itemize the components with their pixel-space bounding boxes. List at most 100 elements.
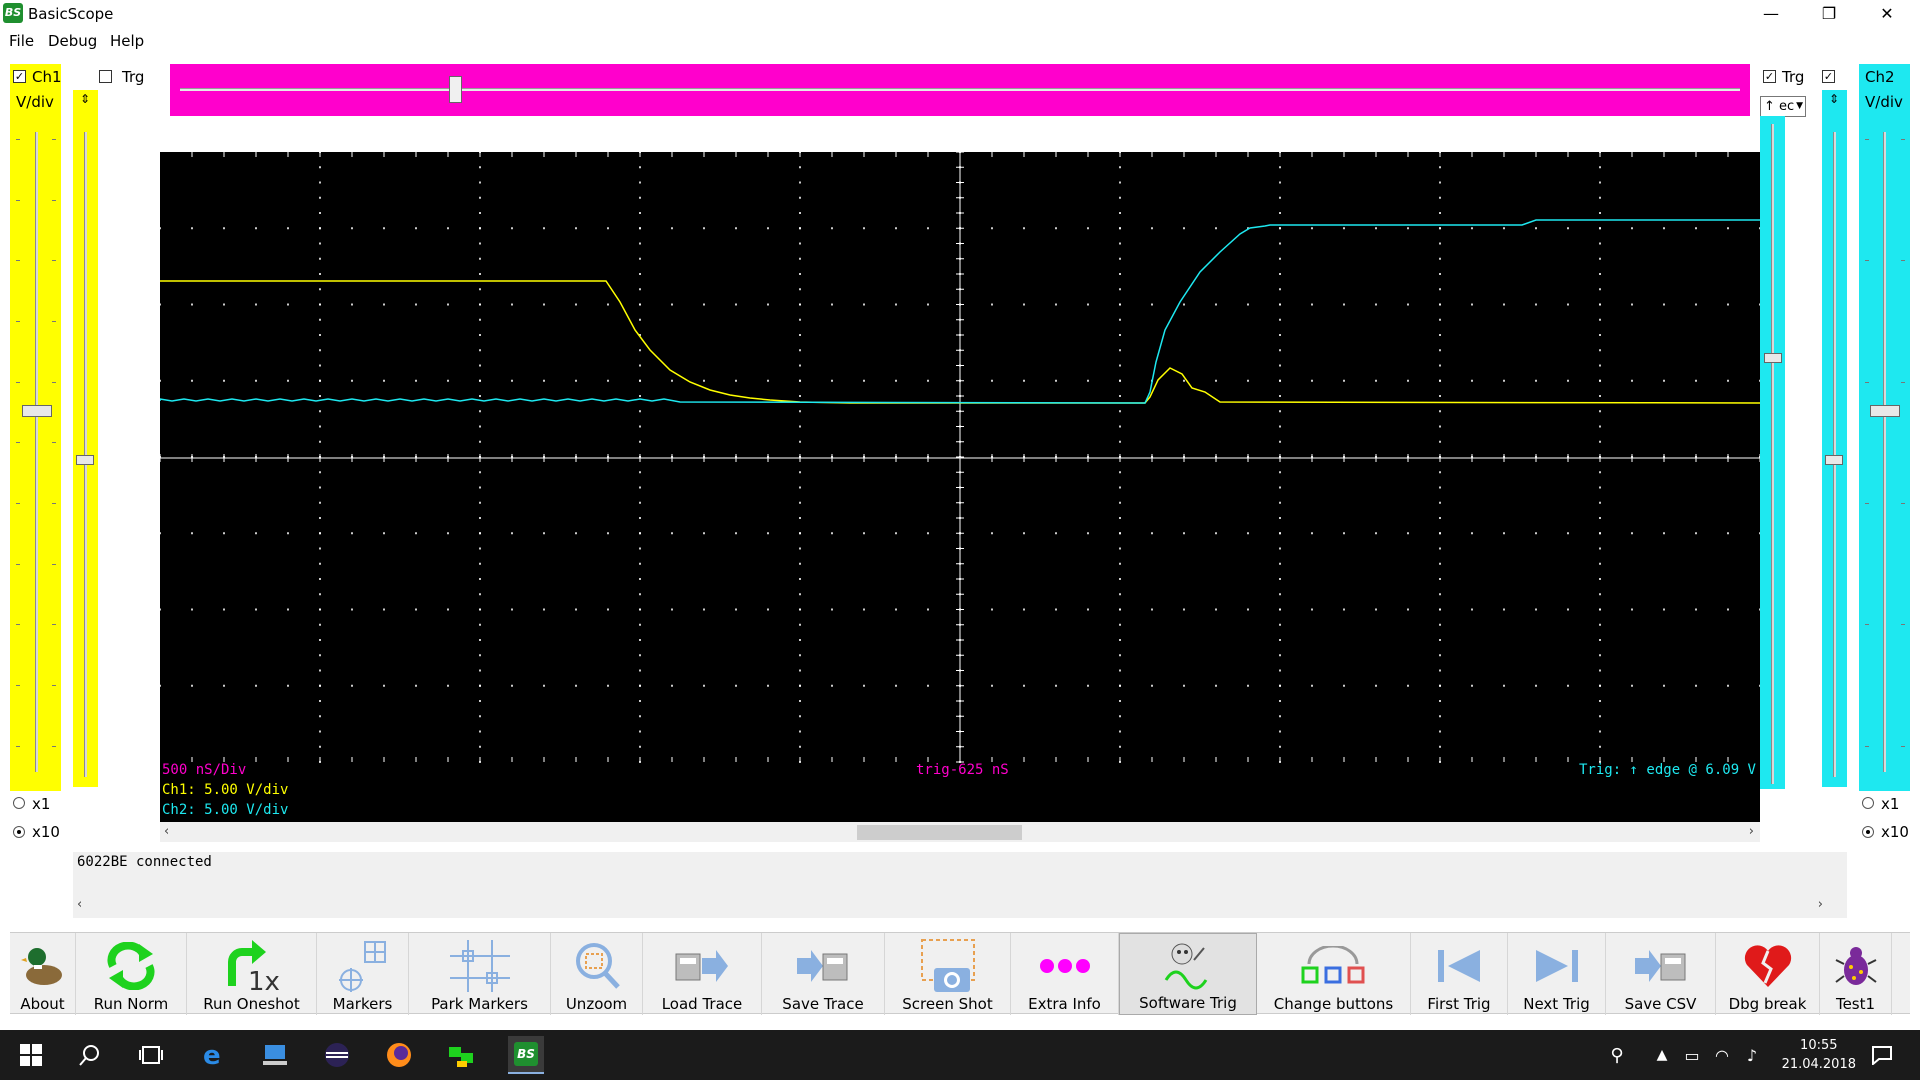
bottom-toolbar: About Run Norm 1x Run Oneshot Markers Pa… — [10, 932, 1910, 1015]
grid-dot — [1535, 684, 1537, 687]
grid-dot — [1471, 379, 1473, 382]
basicscope-taskbar-icon[interactable]: BS — [508, 1036, 544, 1074]
volume-icon[interactable]: ♪ — [1737, 1040, 1767, 1070]
ch2-vdiv-slider-thumb[interactable] — [1870, 405, 1900, 417]
grid-dot — [1023, 684, 1025, 687]
ch2-x1-radio[interactable] — [1862, 797, 1874, 809]
software-trig-button[interactable]: Software Trig — [1119, 933, 1257, 1015]
markers-button[interactable]: Markers — [317, 933, 409, 1015]
edge-browser-icon[interactable]: e — [198, 1040, 228, 1070]
grid-dot — [415, 303, 417, 306]
clock[interactable]: 10:55 21.04.2018 — [1782, 1036, 1856, 1074]
grid-dot — [479, 700, 481, 702]
ch2-vdiv-slider[interactable] — [1883, 132, 1886, 772]
horizontal-position-slider[interactable] — [180, 88, 1740, 91]
grid-dot — [1279, 334, 1281, 336]
battery-icon[interactable]: ▭ — [1677, 1040, 1707, 1070]
run-oneshot-button[interactable]: 1x Run Oneshot — [187, 933, 317, 1015]
scroll-left-arrow[interactable]: ‹ — [164, 822, 169, 842]
menu-help[interactable]: Help — [110, 32, 144, 50]
time-scrollbar[interactable]: ‹ › — [160, 822, 1760, 842]
task-view-icon[interactable] — [136, 1040, 166, 1070]
dbg-break-button[interactable]: Dbg break — [1716, 933, 1820, 1015]
change-buttons-button[interactable]: Change buttons — [1257, 933, 1411, 1015]
grid-dot — [1119, 257, 1121, 260]
grid-dot — [1055, 684, 1057, 687]
windows-start-icon[interactable] — [16, 1040, 46, 1070]
extra-info-button[interactable]: Extra Info — [1011, 933, 1119, 1015]
grid-dot — [1087, 684, 1089, 687]
time-scrollbar-thumb[interactable] — [857, 825, 1022, 840]
notifications-icon[interactable] — [1867, 1040, 1897, 1070]
ch1-trg-checkbox[interactable] — [99, 70, 112, 83]
grid-dot — [735, 608, 737, 611]
ch1-x1-radio[interactable] — [13, 797, 25, 809]
unzoom-button[interactable]: Unzoom — [551, 933, 643, 1015]
ch2-x10-radio[interactable] — [1862, 826, 1874, 838]
status-log[interactable]: 6022BE connected ‹ › — [73, 852, 1847, 918]
grid-dot — [1151, 532, 1153, 535]
status-scroll-left-arrow[interactable]: ‹ — [77, 895, 82, 915]
grid-dot — [639, 212, 641, 214]
grid-dot — [1119, 578, 1121, 580]
grid-dot — [1279, 257, 1281, 260]
ch1-x10-radio[interactable] — [13, 826, 25, 838]
run-norm-button[interactable]: Run Norm — [76, 933, 187, 1015]
first-trig-button[interactable]: First Trig — [1411, 933, 1508, 1015]
status-scroll-right-arrow[interactable]: › — [1818, 895, 1823, 915]
grid-dot — [1119, 517, 1121, 519]
about-button[interactable]: About — [10, 933, 76, 1015]
ch2-trg-checkbox[interactable]: ✓ — [1763, 70, 1776, 83]
close-button[interactable]: ✕ — [1860, 0, 1914, 28]
test1-button[interactable]: Test1 — [1820, 933, 1892, 1015]
save-csv-button[interactable]: Save CSV — [1606, 933, 1716, 1015]
firefox-icon[interactable] — [384, 1040, 414, 1070]
load-trace-button[interactable]: Load Trace — [643, 933, 762, 1015]
ch1-enable-checkbox[interactable]: ✓ — [13, 70, 26, 83]
grid-dot — [1055, 608, 1057, 611]
grid-dot — [1311, 684, 1313, 687]
minimize-button[interactable]: — — [1744, 0, 1798, 28]
grid-dot — [1439, 486, 1441, 489]
next-trig-button[interactable]: Next Trig — [1508, 933, 1606, 1015]
screen-shot-button[interactable]: Screen Shot — [885, 933, 1011, 1015]
network-app-icon[interactable] — [446, 1040, 476, 1070]
park-markers-button[interactable]: Park Markers — [409, 933, 551, 1015]
remote-desktop-icon[interactable] — [260, 1040, 290, 1070]
eclipse-icon[interactable] — [322, 1040, 352, 1070]
grid-dot — [1119, 532, 1121, 535]
chevron-up-icon[interactable]: ▲ — [1647, 1040, 1677, 1070]
wifi-icon[interactable]: ◠ — [1707, 1040, 1737, 1070]
grid-dot — [799, 303, 801, 306]
grid-dot — [1119, 639, 1121, 641]
menu-file[interactable]: File — [9, 32, 34, 50]
people-icon[interactable]: ⚲ — [1602, 1040, 1632, 1070]
ch2-offset-thumb[interactable] — [1825, 455, 1843, 465]
save-trace-button[interactable]: Save Trace — [762, 933, 885, 1015]
grid-dot — [735, 303, 737, 306]
ch1-trigger-level-thumb[interactable] — [76, 455, 94, 465]
grid-dot — [1343, 379, 1345, 382]
ch1-vdiv-slider-thumb[interactable] — [22, 405, 52, 417]
grid-dot — [639, 623, 641, 626]
scope-display[interactable]: 500 nS/Div Ch1: 5.00 V/div Ch2: 5.00 V/d… — [160, 152, 1760, 822]
grid-dot — [799, 578, 801, 580]
grid-dot — [1695, 608, 1697, 611]
menu-debug[interactable]: Debug — [48, 32, 97, 50]
grid-dot — [991, 532, 993, 535]
search-icon[interactable] — [75, 1040, 105, 1070]
horizontal-position-thumb[interactable] — [449, 76, 462, 103]
grid-dot — [1279, 181, 1281, 184]
scroll-right-arrow[interactable]: › — [1749, 822, 1754, 842]
maximize-button[interactable]: ❐ — [1802, 0, 1856, 28]
ch1-vdiv-slider[interactable] — [35, 132, 38, 772]
ch2-enable-checkbox[interactable]: ✓ — [1822, 70, 1835, 83]
ch2-trigger-level-slider[interactable] — [1771, 124, 1774, 784]
grid-dot — [1599, 288, 1601, 291]
grid-dot — [1119, 547, 1121, 550]
grid-dot — [1183, 303, 1185, 306]
grid-dot — [1279, 562, 1281, 565]
grid-dot — [767, 379, 769, 382]
ch2-trigger-level-thumb[interactable] — [1764, 353, 1782, 363]
trigger-edge-select[interactable]: ↑ ec ▼ — [1760, 96, 1806, 117]
